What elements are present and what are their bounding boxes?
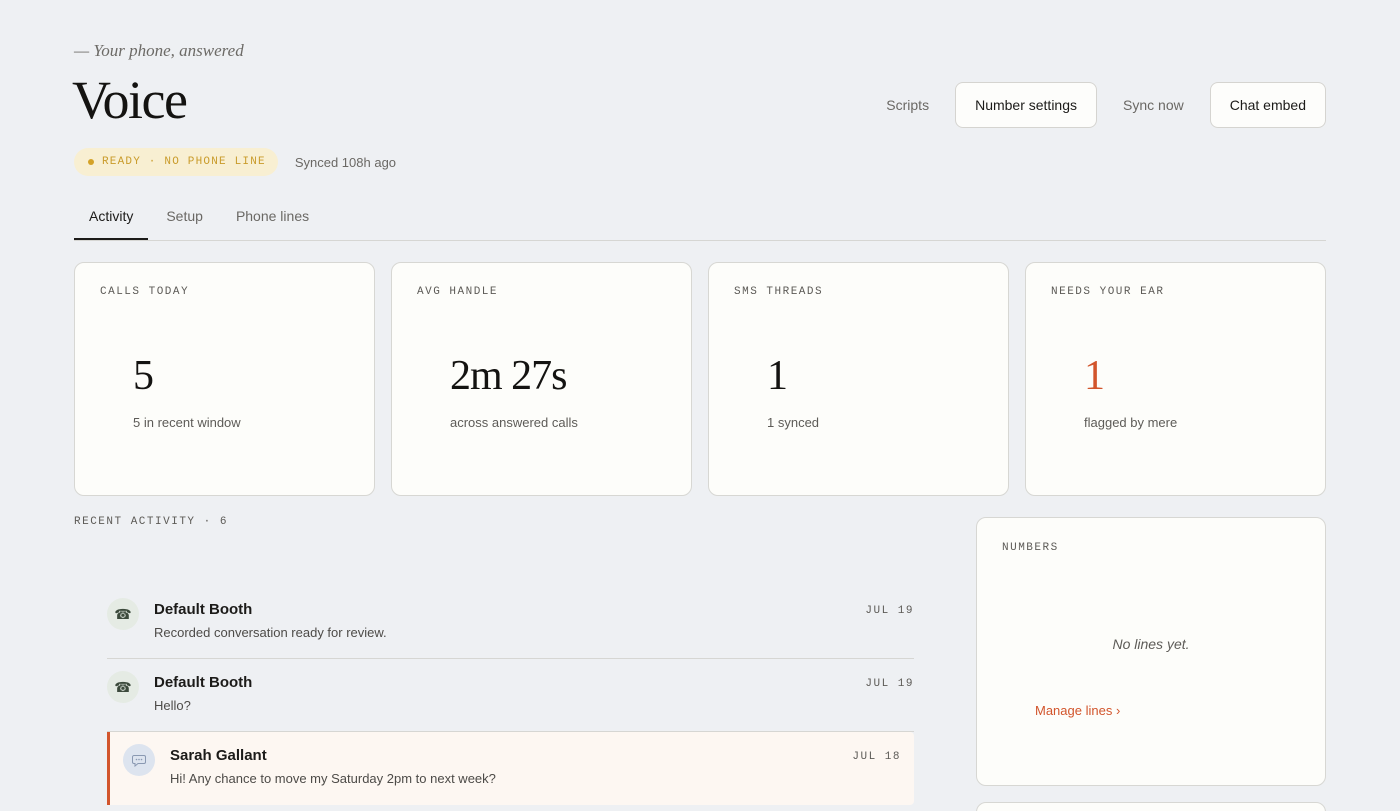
header-actions: Scripts Number settings Sync now Chat em… [860, 82, 1326, 128]
secondary-panel [976, 802, 1326, 811]
status-badge: READY · NO PHONE LINE [74, 148, 278, 176]
stat-sub: across answered calls [450, 415, 578, 430]
manage-lines-link[interactable]: Manage lines › [1035, 703, 1120, 718]
numbers-panel: NUMBERS No lines yet. Manage lines › [976, 517, 1326, 786]
activity-name: Default Booth [154, 601, 253, 618]
stat-sub: 5 in recent window [133, 415, 241, 430]
activity-date: JUL 18 [852, 751, 901, 763]
activity-date: JUL 19 [865, 605, 914, 617]
stat-label: CALLS TODAY [100, 286, 190, 298]
activity-text: Hello? [154, 698, 191, 713]
stat-sub: flagged by mere [1084, 415, 1178, 430]
stat-value: 2m 27s [450, 353, 568, 399]
tagline: — Your phone, answered [74, 41, 244, 60]
recent-activity-heading: RECENT ACTIVITY · 6 [74, 516, 228, 528]
activity-name: Default Booth [154, 674, 253, 691]
sync-status: Synced 108h ago [294, 154, 397, 170]
stat-label: NEEDS YOUR EAR [1051, 286, 1165, 298]
numbers-heading: NUMBERS [1002, 542, 1059, 554]
activity-item-flagged[interactable]: Sarah Gallant Hi! Any chance to move my … [107, 732, 914, 805]
stat-value: 5 [133, 353, 154, 399]
activity-date: JUL 19 [865, 678, 914, 690]
activity-list: ☎ Default Booth Recorded conversation re… [107, 586, 914, 805]
tab-bar: Activity Setup Phone lines [74, 196, 1326, 241]
stat-card-calls-today: CALLS TODAY 5 5 in recent window [74, 262, 375, 496]
sync-now-button[interactable]: Sync now [1097, 82, 1210, 128]
tab-setup[interactable]: Setup [151, 196, 218, 240]
scripts-button[interactable]: Scripts [860, 82, 955, 128]
stat-card-sms-threads: SMS THREADS 1 1 synced [708, 262, 1009, 496]
number-settings-button[interactable]: Number settings [955, 82, 1098, 128]
activity-text: Hi! Any chance to move my Saturday 2pm t… [170, 771, 496, 786]
stat-card-avg-handle: AVG HANDLE 2m 27s across answered calls [391, 262, 692, 496]
page-title: Voice [72, 70, 188, 130]
stat-value: 1 [1084, 353, 1105, 399]
chat-embed-button[interactable]: Chat embed [1209, 82, 1326, 128]
tab-activity[interactable]: Activity [74, 196, 149, 240]
stat-card-needs-your-ear: NEEDS YOUR EAR 1 flagged by mere [1025, 262, 1326, 496]
activity-name: Sarah Gallant [170, 747, 267, 764]
chat-bubble-icon [123, 744, 155, 776]
activity-item[interactable]: ☎ Default Booth Recorded conversation re… [107, 586, 914, 659]
tab-phone-lines[interactable]: Phone lines [221, 196, 324, 240]
stat-label: AVG HANDLE [417, 286, 499, 298]
activity-item[interactable]: ☎ Default Booth Hello? JUL 19 [107, 659, 914, 732]
stat-label: SMS THREADS [734, 286, 824, 298]
phone-icon: ☎ [107, 598, 139, 630]
stat-value: 1 [767, 353, 788, 399]
status-row: READY · NO PHONE LINE Synced 108h ago [74, 148, 396, 176]
empty-state-text: No lines yet. [1112, 636, 1190, 652]
status-dot-icon [88, 159, 94, 165]
stat-sub: 1 synced [767, 415, 820, 430]
status-badge-text: READY · NO PHONE LINE [102, 156, 266, 168]
activity-text: Recorded conversation ready for review. [154, 625, 387, 640]
phone-icon: ☎ [107, 671, 139, 703]
